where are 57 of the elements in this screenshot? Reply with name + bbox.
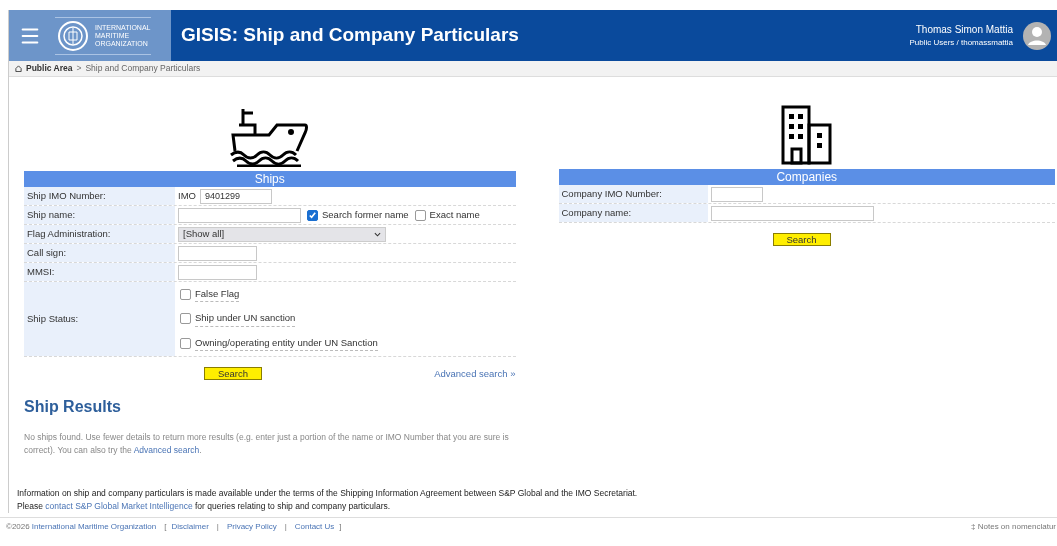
checkbox[interactable] <box>180 289 191 301</box>
link-separator: | <box>284 520 287 533</box>
breadcrumb-link[interactable]: Public Area <box>26 62 73 75</box>
advanced-search-link[interactable]: Advanced search » <box>434 366 516 381</box>
link-separator: | <box>216 520 219 533</box>
breadcrumb-separator: > <box>76 62 82 75</box>
no-results-message: No ships found. Use fewer details to return more results (e.g. enter just a portion of the name or IMO Number that you are sure is correct). You can also try the Advanced search. <box>24 431 510 457</box>
panel-header: Ships <box>24 171 516 187</box>
results-heading: Ship Results <box>24 397 122 417</box>
panel-header: Companies <box>558 169 1055 185</box>
input-field[interactable] <box>710 205 874 221</box>
checkbox[interactable] <box>414 209 426 221</box>
home-icon <box>15 65 22 72</box>
footer-link[interactable]: Contact Us <box>294 520 335 533</box>
field-label: Company IMO Number: <box>561 186 662 201</box>
flag-dropdown[interactable]: [Show all] <box>178 226 386 242</box>
emblem-icon <box>55 19 91 52</box>
page-title: GISIS: Ship and Company Particulars <box>181 23 519 48</box>
checkbox-label: Search former name <box>322 207 409 222</box>
field-label: Call sign: <box>27 245 67 260</box>
ship-name-field[interactable] <box>178 207 301 223</box>
field-label: Ship Status: <box>27 311 79 326</box>
bracket-text: [ <box>164 520 167 533</box>
field-label: Flag Administration: <box>27 226 111 241</box>
imo-prefix: IMO <box>178 188 196 203</box>
field-label: Company name: <box>561 205 632 220</box>
imo-number-field[interactable]: 9401299 <box>199 188 272 204</box>
footer-link[interactable]: Disclaimer <box>171 520 209 533</box>
input-field[interactable] <box>710 186 763 202</box>
search-button[interactable]: Search <box>772 233 831 246</box>
field-label: Ship name: <box>27 207 76 222</box>
checkbox-label: Owning/operating entity under UN Sanction <box>195 335 378 351</box>
checkbox-label: Exact name <box>429 207 480 222</box>
footer-link[interactable]: Privacy Policy <box>226 520 277 533</box>
user-name: Thomas Simon Mattia <box>915 23 1013 37</box>
checkbox-label: False Flag <box>195 287 240 303</box>
info-text: Information on ship and company particulars is made available under the terms of the Shipping Information Agreement between S&P Global and the IMO Secretariat. <box>17 487 639 500</box>
chevron-down-icon <box>374 231 381 237</box>
footer-link[interactable]: International Maritime Organization <box>31 520 157 533</box>
checkbox-label: Ship under UN sanction <box>195 311 296 327</box>
office-building-icon <box>780 105 833 165</box>
input-field[interactable] <box>178 264 257 280</box>
field-label: MMSI: <box>27 264 55 279</box>
input-field[interactable] <box>178 245 257 261</box>
info-text: Please contact S&P Global Market Intelligence for queries relating to ship and company particulars. <box>17 500 392 513</box>
checkbox[interactable] <box>307 209 318 221</box>
breadcrumb-current: Ship and Company Particulars <box>85 62 201 75</box>
contact-link[interactable]: contact S&P Global Market Intelligence <box>45 501 193 511</box>
search-button[interactable]: Search <box>204 367 262 381</box>
checkbox[interactable] <box>180 337 191 349</box>
field-label: Ship IMO Number: <box>27 188 106 203</box>
checkbox[interactable] <box>180 313 191 325</box>
copyright-text: ©2026 <box>6 520 30 533</box>
bracket-text: ] <box>339 520 342 533</box>
user-role: Public Users / thomassmattia <box>909 37 1013 49</box>
avatar-icon[interactable] <box>1023 21 1051 50</box>
notes-link[interactable]: ‡ Notes on nomenclatur <box>971 520 1057 533</box>
